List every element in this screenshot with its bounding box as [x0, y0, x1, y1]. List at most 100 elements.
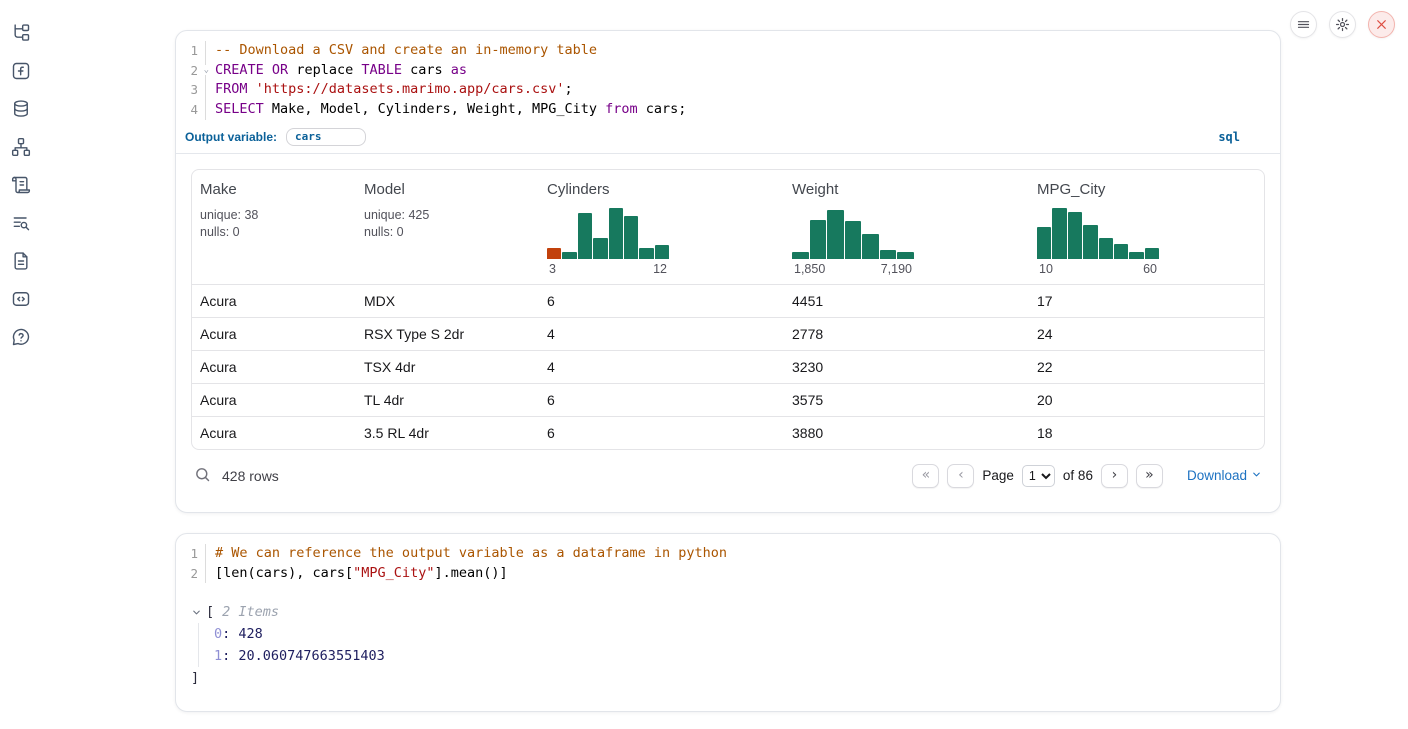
variables-icon[interactable] [11, 60, 32, 81]
sql-cell: 12⌄34-- Download a CSV and create an in-… [175, 30, 1281, 513]
table-cell: MDX [356, 293, 539, 309]
notebook-actions [1290, 11, 1395, 38]
menu-button[interactable] [1290, 11, 1317, 38]
chevron-down-icon [1251, 468, 1262, 483]
column-title: Model [364, 181, 531, 198]
snippets-icon[interactable] [11, 288, 32, 309]
collapse-toggle-icon[interactable] [191, 607, 206, 618]
column-header-model[interactable]: Model unique: 425nulls: 0 [356, 170, 539, 284]
menu-icon [1296, 17, 1311, 32]
table-cell: 2778 [784, 326, 1029, 342]
shutdown-close-icon [1375, 18, 1388, 31]
column-header-mpg_city[interactable]: MPG_City 1060 [1029, 170, 1264, 284]
histogram-bar [624, 216, 638, 259]
table-cell: 6 [539, 425, 784, 441]
table-cell: Acura [192, 425, 356, 441]
histogram-bar [593, 238, 607, 259]
documentation-icon[interactable] [11, 250, 32, 271]
column-stats: unique: 425nulls: 0 [364, 207, 531, 241]
file-tree-icon[interactable] [11, 22, 32, 43]
histogram-bar [1083, 225, 1097, 259]
line-number-gutter: 12⌄34 [176, 41, 206, 120]
column-title: MPG_City [1037, 181, 1256, 198]
table-cell: Acura [192, 326, 356, 342]
items-count-label: 2 Items [222, 601, 279, 623]
histogram-bar [1037, 227, 1051, 259]
page-select[interactable]: 1 [1022, 465, 1055, 487]
histogram-bar [1129, 252, 1143, 259]
settings-button[interactable] [1329, 11, 1356, 38]
download-label: Download [1187, 468, 1247, 483]
table-cell: 3880 [784, 425, 1029, 441]
table-row: AcuraMDX6445117 [192, 284, 1264, 317]
table-cell: TSX 4dr [356, 359, 539, 375]
list-item: 0: 428 [214, 623, 1265, 645]
histogram-bar [655, 245, 669, 259]
output-variable-input[interactable] [286, 128, 366, 146]
table-cell: 4 [539, 326, 784, 342]
histogram-bar [1099, 238, 1113, 259]
sql-code-editor[interactable]: 12⌄34-- Download a CSV and create an in-… [176, 31, 1280, 124]
table-cell: 18 [1029, 425, 1264, 441]
table-cell: 24 [1029, 326, 1264, 342]
python-code-editor[interactable]: 12# We can reference the output variable… [176, 534, 1280, 587]
table-cell: RSX Type S 2dr [356, 326, 539, 342]
table-cell: 22 [1029, 359, 1264, 375]
column-histogram: 1060 [1037, 204, 1159, 276]
next-page-button[interactable]: › [1101, 464, 1128, 488]
download-button[interactable]: Download [1187, 468, 1262, 483]
histogram-bar [1068, 212, 1082, 259]
python-cell: 12# We can reference the output variable… [175, 533, 1281, 712]
histogram-bar [897, 252, 914, 259]
table-row: Acura3.5 RL 4dr6388018 [192, 416, 1264, 449]
histogram-bar [639, 248, 653, 259]
close-bracket: ] [191, 667, 1265, 689]
dependency-graph-icon[interactable] [11, 136, 32, 157]
table-cell: 4451 [784, 293, 1029, 309]
table-footer: 428 rows « ‹ Page 1 of 86 › » Download [191, 458, 1265, 494]
table-cell: 20 [1029, 392, 1264, 408]
histogram-bar [862, 234, 879, 259]
histogram-axis: 1060 [1037, 262, 1159, 276]
python-cell-output: [ 2 Items 0: 4281: 20.060747663551403 ] [176, 587, 1280, 699]
column-header-weight[interactable]: Weight 1,8507,190 [784, 170, 1029, 284]
help-chat-icon[interactable] [11, 326, 32, 347]
histogram-bar [609, 208, 623, 259]
histogram-bar [845, 221, 862, 258]
list-output: [ 2 Items 0: 4281: 20.060747663551403 ] [191, 601, 1265, 689]
column-header-make[interactable]: Makeunique: 38nulls: 0 [192, 170, 356, 284]
search-list-icon[interactable] [11, 212, 32, 233]
histogram-bar [562, 252, 576, 259]
table-cell: 6 [539, 293, 784, 309]
histogram-axis: 1,8507,190 [792, 262, 914, 276]
code-line: [len(cars), cars["MPG_City"].mean()] [215, 564, 727, 584]
settings-gear-icon [1335, 17, 1350, 32]
table-header-row: Makeunique: 38nulls: 0 Model unique: 425nu… [192, 170, 1264, 284]
histogram-bar [547, 248, 561, 259]
code-line: SELECT Make, Model, Cylinders, Weight, M… [215, 100, 686, 120]
logs-icon[interactable] [11, 174, 32, 195]
output-variable-row: Output variable: sql [176, 124, 1280, 154]
column-title: Make [200, 181, 348, 198]
first-page-button[interactable]: « [912, 464, 939, 488]
histogram-bar [1052, 208, 1066, 259]
table-cell: TL 4dr [356, 392, 539, 408]
helper-panel-sidebar [0, 0, 42, 729]
page-total-label: of 86 [1063, 468, 1093, 483]
histogram-axis: 312 [547, 262, 669, 276]
shutdown-button[interactable] [1368, 11, 1395, 38]
prev-page-button[interactable]: ‹ [947, 464, 974, 488]
search-button[interactable] [194, 466, 211, 486]
column-header-cylinders[interactable]: Cylinders312 [539, 170, 784, 284]
search-icon [194, 466, 211, 486]
code-line: FROM 'https://datasets.marimo.app/cars.c… [215, 80, 686, 100]
column-title: Weight [792, 181, 1021, 198]
datasources-icon[interactable] [11, 98, 32, 119]
dataframe-table: Makeunique: 38nulls: 0 Model unique: 425nu… [191, 169, 1265, 450]
fold-chevron-icon[interactable]: ⌄ [204, 65, 209, 75]
list-item: 1: 20.060747663551403 [214, 645, 1265, 667]
table-body: AcuraMDX6445117AcuraRSX Type S 2dr427782… [192, 284, 1264, 449]
output-variable-label: Output variable: [185, 130, 277, 144]
last-page-button[interactable]: » [1136, 464, 1163, 488]
page-label: Page [982, 468, 1014, 483]
